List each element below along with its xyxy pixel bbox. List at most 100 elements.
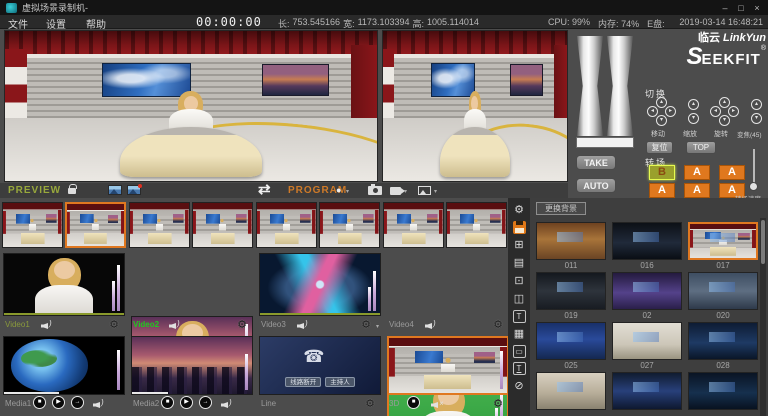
maximize-button[interactable]: □ xyxy=(736,3,746,13)
media1-thumbnail[interactable] xyxy=(3,336,125,395)
scene-028[interactable] xyxy=(688,322,758,360)
gear-caret-icon[interactable]: ▾ xyxy=(376,323,379,330)
camera-angle-4[interactable] xyxy=(192,202,253,248)
speaker-icon[interactable] xyxy=(425,321,438,330)
gear-icon[interactable]: ⚙ xyxy=(237,318,247,331)
transition-b-button[interactable]: B xyxy=(649,165,675,180)
scene-016[interactable] xyxy=(612,222,682,260)
toolbar-disabled-icon[interactable]: ⊘ xyxy=(512,379,527,393)
camera-angle-2-selected[interactable] xyxy=(65,202,126,248)
transition-a1-button[interactable]: A xyxy=(684,165,710,180)
toolbar-monitor-icon[interactable]: ⊡ xyxy=(512,274,527,288)
rotate-left-button[interactable]: ◂ xyxy=(710,106,721,117)
transition-speed-thumb[interactable] xyxy=(749,182,758,191)
zoom-in-button[interactable]: ▴ xyxy=(751,99,762,110)
close-button[interactable]: × xyxy=(752,3,762,13)
toolbar-settings-icon[interactable]: ⚙ xyxy=(512,203,527,217)
toolbar-subtitle-icon[interactable]: T xyxy=(513,310,526,323)
tbar-right-handle[interactable] xyxy=(607,36,633,136)
loop-button[interactable]: → xyxy=(199,396,212,409)
scale-up-button[interactable]: ▴ xyxy=(688,99,699,110)
stop-button[interactable]: ■ xyxy=(407,396,420,409)
video3-thumbnail[interactable] xyxy=(259,253,381,316)
preview-monitor[interactable] xyxy=(4,30,378,182)
menu-file[interactable]: 文件 xyxy=(4,16,32,31)
scene-020[interactable] xyxy=(688,272,758,310)
speaker-muted-icon[interactable] xyxy=(431,400,444,409)
minimize-button[interactable]: – xyxy=(720,3,730,13)
video1-thumbnail[interactable] xyxy=(3,253,125,316)
picture-icon[interactable] xyxy=(418,186,431,195)
move-down-button[interactable]: ▾ xyxy=(656,115,667,126)
menu-settings[interactable]: 设置 xyxy=(42,16,70,31)
picture-caret-icon[interactable]: ▾ xyxy=(434,188,437,195)
reset-button[interactable]: 复位 xyxy=(646,141,673,154)
background-image-icon[interactable] xyxy=(108,185,122,195)
tbar-fader[interactable] xyxy=(574,34,636,152)
tbar-left-handle[interactable] xyxy=(577,36,603,136)
stop-button[interactable]: ■ xyxy=(33,396,46,409)
toolbar-chart-text-icon[interactable]: T xyxy=(513,362,526,375)
toolbar-monitor-config-icon[interactable]: ◫ xyxy=(512,292,527,306)
take-button[interactable]: TAKE xyxy=(576,155,616,170)
move-left-button[interactable]: ◂ xyxy=(647,106,658,117)
speaker-icon[interactable] xyxy=(41,321,54,330)
scene-row4-3[interactable] xyxy=(688,372,758,410)
speaker-icon[interactable] xyxy=(221,400,234,409)
top-button[interactable]: TOP xyxy=(686,141,716,154)
scene-027[interactable] xyxy=(612,322,682,360)
line-status-button[interactable]: 线路断开 xyxy=(285,377,321,387)
gear-icon[interactable]: ⚙ xyxy=(361,318,371,331)
gear-icon[interactable]: ⚙ xyxy=(365,397,375,410)
scene-row4-1[interactable] xyxy=(536,372,606,410)
record-icon[interactable]: ● xyxy=(336,185,341,195)
toolbar-playlist-icon[interactable]: ▤ xyxy=(512,256,527,270)
toolbar-frame-icon[interactable]: ▭ xyxy=(513,345,526,358)
play-button[interactable]: ▶ xyxy=(180,396,193,409)
camera-angle-8[interactable] xyxy=(446,202,507,248)
gear-icon[interactable]: ⚙ xyxy=(109,318,119,331)
toolbar-save-icon[interactable] xyxy=(513,221,526,234)
speaker-icon[interactable] xyxy=(169,321,182,330)
stop-button[interactable]: ■ xyxy=(161,396,174,409)
move-right-button[interactable]: ▸ xyxy=(665,106,676,117)
auto-button[interactable]: AUTO xyxy=(576,178,616,193)
scene-row4-2[interactable] xyxy=(612,372,682,410)
camera-angle-1[interactable] xyxy=(2,202,63,248)
menu-help[interactable]: 帮助 xyxy=(82,16,110,31)
toolbar-layout-icon[interactable]: ⊞ xyxy=(512,238,527,252)
background-image-2-icon[interactable] xyxy=(127,185,141,195)
lock-icon[interactable] xyxy=(68,188,76,194)
media2-thumbnail[interactable] xyxy=(131,336,253,395)
rotate-right-button[interactable]: ▸ xyxy=(728,106,739,117)
play-button[interactable]: ▶ xyxy=(52,396,65,409)
camcorder-caret-icon[interactable]: ▾ xyxy=(404,188,407,195)
scene-025[interactable] xyxy=(536,322,606,360)
scale-down-button[interactable]: ▾ xyxy=(688,113,699,124)
loop-button[interactable]: → xyxy=(71,396,84,409)
camera-angle-5[interactable] xyxy=(256,202,317,248)
scene-scrollbar-thumb[interactable] xyxy=(761,220,765,264)
speaker-icon[interactable] xyxy=(297,321,310,330)
change-background-button[interactable]: 更换背景 xyxy=(536,202,586,215)
snapshot-camera-icon[interactable] xyxy=(368,186,382,195)
scene-019[interactable] xyxy=(536,272,606,310)
speaker-icon[interactable] xyxy=(93,400,106,409)
line-host-button[interactable]: 主持人 xyxy=(325,377,355,387)
camera-angle-6[interactable] xyxy=(319,202,380,248)
swap-icon[interactable]: ⇄ xyxy=(258,180,271,198)
transition-a4-button[interactable]: A xyxy=(684,183,710,198)
transition-a2-button[interactable]: A xyxy=(719,165,745,180)
zoom-out-button[interactable]: ▾ xyxy=(751,113,762,124)
camcorder-icon[interactable] xyxy=(390,187,401,195)
rotate-down-button[interactable]: ▾ xyxy=(719,115,730,126)
program-monitor[interactable] xyxy=(382,30,568,182)
scene-02[interactable] xyxy=(612,272,682,310)
camera-angle-7[interactable] xyxy=(383,202,444,248)
scene-017-selected[interactable] xyxy=(688,222,758,260)
rotate-up-button[interactable]: ▴ xyxy=(719,97,730,108)
gear-icon[interactable]: ⚙ xyxy=(493,397,503,410)
move-up-button[interactable]: ▴ xyxy=(656,97,667,108)
toolbar-layers-icon[interactable]: ▦ xyxy=(512,327,527,341)
record-caret-icon[interactable]: ▾ xyxy=(346,188,349,195)
